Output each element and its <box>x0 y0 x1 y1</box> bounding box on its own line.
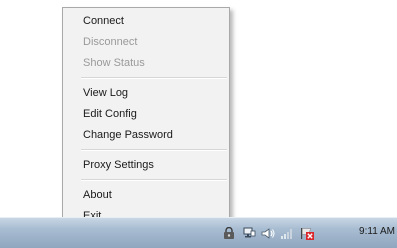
desktop: Connect Disconnect Show Status View Log … <box>0 0 397 248</box>
menu-separator <box>81 77 227 79</box>
menu-item-disconnect: Disconnect <box>83 36 138 48</box>
menu-item-view-log[interactable]: View Log <box>63 83 229 104</box>
volume-icon[interactable] <box>261 227 275 240</box>
menu-item-proxy-settings[interactable]: Proxy Settings <box>63 155 229 176</box>
menu-item-about[interactable]: About <box>63 185 229 206</box>
menu-separator <box>81 149 227 151</box>
flag-icon[interactable] <box>300 227 314 240</box>
menu-separator <box>81 179 227 181</box>
signal-icon[interactable] <box>280 227 294 240</box>
tray-app-icon[interactable] <box>222 226 236 240</box>
system-tray: 9:11 AM <box>215 218 397 248</box>
menu-item-change-password[interactable]: Change Password <box>63 125 229 146</box>
tray-context-menu: Connect Disconnect Show Status View Log … <box>62 7 230 235</box>
clock[interactable]: 9:11 AM <box>359 226 395 237</box>
taskbar: 9:11 AM <box>0 217 397 248</box>
menu-item-edit-config[interactable]: Edit Config <box>63 104 229 125</box>
network-icon[interactable] <box>242 227 256 240</box>
menu-item-show-status: Show Status <box>83 57 145 69</box>
menu-item-connect[interactable]: Connect <box>63 11 229 32</box>
